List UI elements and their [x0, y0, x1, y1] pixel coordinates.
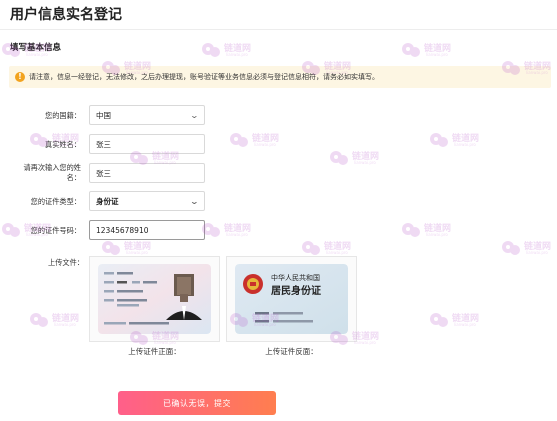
watermark: 链道网 lianwai.pro	[28, 310, 98, 336]
watermark-text: 链道网	[424, 44, 452, 54]
watermark-logo-icon	[330, 151, 348, 165]
watermark-logo-icon	[230, 133, 248, 147]
watermark-sub: lianwai.pro	[354, 340, 376, 345]
watermark-sub: lianwai.pro	[126, 250, 148, 255]
upload-front-caption: 上传证件正面：	[128, 347, 181, 356]
watermark-logo-icon	[402, 43, 420, 57]
watermark-logo-icon	[502, 241, 520, 255]
watermark-logo-icon	[2, 223, 20, 237]
watermark-sub: lianwai.pro	[226, 52, 248, 57]
upload-back-box[interactable]: 中华人民共和国 居民身份证	[226, 256, 357, 342]
notice-text: 请注意，信息一经登记，无法修改，之后办理提现，账号验证等业务信息必须与登记信息相…	[29, 73, 379, 81]
upload-front-box[interactable]	[89, 256, 220, 342]
upload-label: 上传文件：	[48, 258, 84, 267]
watermark-logo-icon	[430, 313, 448, 327]
back-card-title: 中华人民共和国	[271, 273, 320, 282]
watermark-text: 链道网	[452, 134, 480, 144]
confirm-name-label: 请再次输入您的姓名：	[23, 163, 81, 182]
id-card-back-image: 中华人民共和国 居民身份证	[235, 264, 348, 334]
watermark: 链道网 lianwai.pro	[500, 238, 557, 264]
page-header: 用户信息实名登记	[0, 0, 557, 30]
real-name-label: 真实姓名：	[45, 140, 81, 149]
watermark-text: 链道网	[352, 152, 380, 162]
submit-button[interactable]: 已确认无误，提交	[118, 391, 276, 415]
watermark: 链道网 lianwai.pro	[200, 40, 270, 66]
watermark-sub: lianwai.pro	[354, 160, 376, 165]
watermark-logo-icon	[430, 133, 448, 147]
confirm-name-input[interactable]: 张三	[89, 163, 205, 183]
nationality-value: 中国	[96, 110, 111, 120]
watermark: 链道网 lianwai.pro	[400, 220, 470, 246]
id-number-label: 您的证件号码：	[30, 226, 81, 235]
watermark-text: 链道网	[424, 224, 452, 234]
nationality-select[interactable]: 中国 ⌄	[89, 105, 205, 125]
watermark-logo-icon	[202, 43, 220, 57]
watermark-sub: lianwai.pro	[426, 52, 448, 57]
watermark: 链道网 lianwai.pro	[428, 310, 498, 336]
watermark-text: 链道网	[524, 242, 552, 252]
watermark-text: 链道网	[52, 314, 80, 324]
upload-back-caption: 上传证件反面：	[265, 347, 318, 356]
watermark: 链道网 lianwai.pro	[228, 130, 298, 156]
watermark: 链道网 lianwai.pro	[428, 130, 498, 156]
id-number-input[interactable]: 12345678910	[89, 220, 205, 240]
watermark: 链道网 lianwai.pro	[200, 220, 270, 246]
section-title: 填写基本信息	[10, 43, 62, 53]
nationality-label: 您的国籍：	[45, 111, 81, 120]
watermark-sub: lianwai.pro	[454, 322, 476, 327]
watermark-text: 链道网	[224, 44, 252, 54]
chevron-down-icon: ⌄	[189, 110, 200, 120]
warning-icon: !	[15, 72, 25, 82]
chevron-down-icon: ⌄	[189, 196, 200, 206]
page-title: 用户信息实名登记	[10, 7, 122, 23]
notice-banner: ! 请注意，信息一经登记，无法修改，之后办理提现，账号验证等业务信息必须与登记信…	[9, 66, 551, 88]
id-type-label: 您的证件类型：	[30, 197, 81, 206]
id-type-select[interactable]: 身份证 ⌄	[89, 191, 205, 211]
watermark: 链道网 lianwai.pro	[328, 148, 398, 174]
watermark-text: 链道网	[452, 314, 480, 324]
watermark-logo-icon	[402, 223, 420, 237]
watermark-sub: lianwai.pro	[426, 232, 448, 237]
watermark-sub: lianwai.pro	[326, 250, 348, 255]
watermark-text: 链道网	[324, 242, 352, 252]
id-card-front-image	[98, 264, 211, 334]
watermark-sub: lianwai.pro	[526, 250, 548, 255]
watermark: 链道网 lianwai.pro	[400, 40, 470, 66]
watermark-sub: lianwai.pro	[454, 142, 476, 147]
back-card-subtitle: 居民身份证	[271, 284, 321, 297]
watermark-text: 链道网	[252, 134, 280, 144]
watermark-sub: lianwai.pro	[254, 142, 276, 147]
watermark-logo-icon	[30, 313, 48, 327]
watermark-sub: lianwai.pro	[226, 232, 248, 237]
id-type-value: 身份证	[96, 196, 119, 206]
watermark-sub: lianwai.pro	[54, 322, 76, 327]
watermark-text: 链道网	[124, 242, 152, 252]
watermark-text: 链道网	[224, 224, 252, 234]
real-name-input[interactable]: 张三	[89, 134, 205, 154]
